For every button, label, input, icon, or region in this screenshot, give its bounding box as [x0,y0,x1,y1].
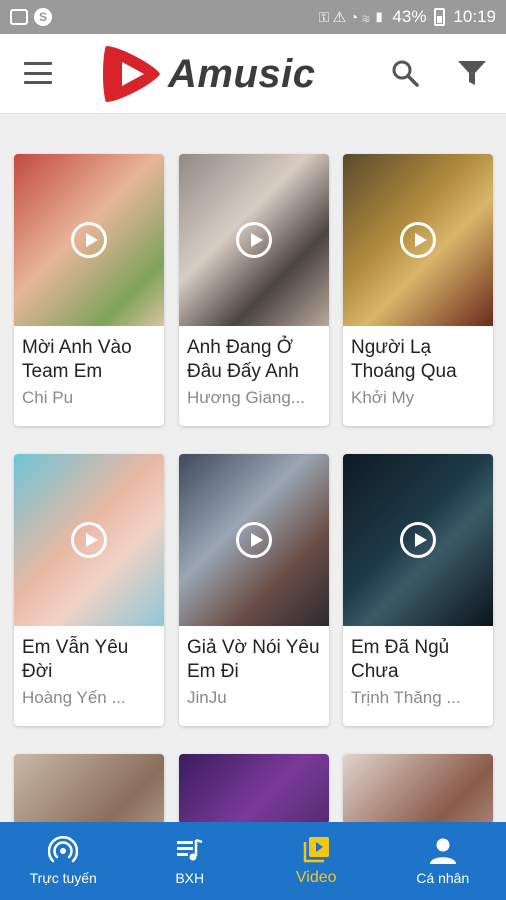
video-thumbnail [14,754,164,824]
nav-profile-label: Cá nhân [416,870,470,886]
video-artist: JinJu [187,688,227,707]
battery-icon [434,8,446,26]
person-icon [429,838,456,864]
broadcast-icon [48,836,79,863]
play-icon[interactable] [400,522,436,558]
play-icon[interactable] [236,222,272,258]
video-title: Anh Đang Ở Đâu Đấy Anh [187,337,299,382]
play-logo-icon [103,46,160,102]
gallery-icon [10,9,28,25]
notification-icons: ⚿ ⚠ ◔ ≋ ▮ [318,8,385,25]
nav-charts[interactable]: BXH [127,822,254,900]
video-card[interactable]: Mời Anh Vào Team Em Chi Pu [14,154,164,426]
video-artist: Chi Pu [22,388,74,407]
video-artist: Trịnh Thăng ... [351,688,461,707]
video-library-icon [304,837,330,863]
video-thumbnail [343,754,493,824]
video-card[interactable]: Người Lạ Thoáng Qua Khởi My [343,154,493,426]
playlist-icon [176,838,203,861]
video-card[interactable] [179,754,329,824]
nav-online[interactable]: Trực tuyến [0,822,127,900]
video-artist: Hoàng Yến ... [22,688,126,707]
status-bar: S ⚿ ⚠ ◔ ≋ ▮ 43% 10:19 [0,0,506,34]
video-card[interactable]: Anh Đang Ở Đâu Đấy Anh Hương Giang... [179,154,329,426]
app-name: Amusic [168,51,316,96]
skype-icon: S [34,8,52,26]
video-thumbnail [179,754,329,824]
nav-charts-label: BXH [175,870,205,886]
video-card[interactable]: Em Vẫn Yêu Đời Hoàng Yến ... [14,454,164,726]
video-artist: Hương Giang... [187,388,305,407]
menu-icon[interactable] [24,62,52,84]
video-card[interactable] [14,754,164,824]
video-thumbnail [14,454,164,626]
nav-profile[interactable]: Cá nhân [380,822,506,900]
video-title: Người Lạ Thoáng Qua [351,337,457,382]
play-icon[interactable] [400,222,436,258]
play-icon[interactable] [71,522,107,558]
clock: 10:19 [453,7,496,26]
video-thumbnail [343,454,493,626]
nav-video[interactable]: Video [253,822,380,900]
video-artist: Khởi My [351,388,415,407]
filter-icon[interactable] [456,58,488,88]
app-header: Amusic [0,34,506,114]
video-thumbnail [179,454,329,626]
video-thumbnail [343,154,493,326]
video-thumbnail [14,154,164,326]
video-title: Em Đã Ngủ Chưa [351,637,450,682]
play-icon[interactable] [71,222,107,258]
search-icon[interactable] [390,58,420,88]
video-title: Mời Anh Vào Team Em [22,337,132,382]
battery-percent: 43% [392,7,427,26]
video-card[interactable]: Em Đã Ngủ Chưa Trịnh Thăng ... [343,454,493,726]
video-title: Giả Vờ Nói Yêu Em Đi [187,637,320,682]
play-icon[interactable] [236,522,272,558]
nav-online-label: Trực tuyến [29,870,97,886]
video-thumbnail [179,154,329,326]
bottom-navigation: Trực tuyến BXH Video Cá nhân [0,822,506,900]
app-logo: Amusic [100,42,360,106]
video-card[interactable] [343,754,493,824]
nav-video-label: Video [295,869,337,886]
video-card[interactable]: Giả Vờ Nói Yêu Em Đi JinJu [179,454,329,726]
video-title: Em Vẫn Yêu Đời [22,637,129,682]
